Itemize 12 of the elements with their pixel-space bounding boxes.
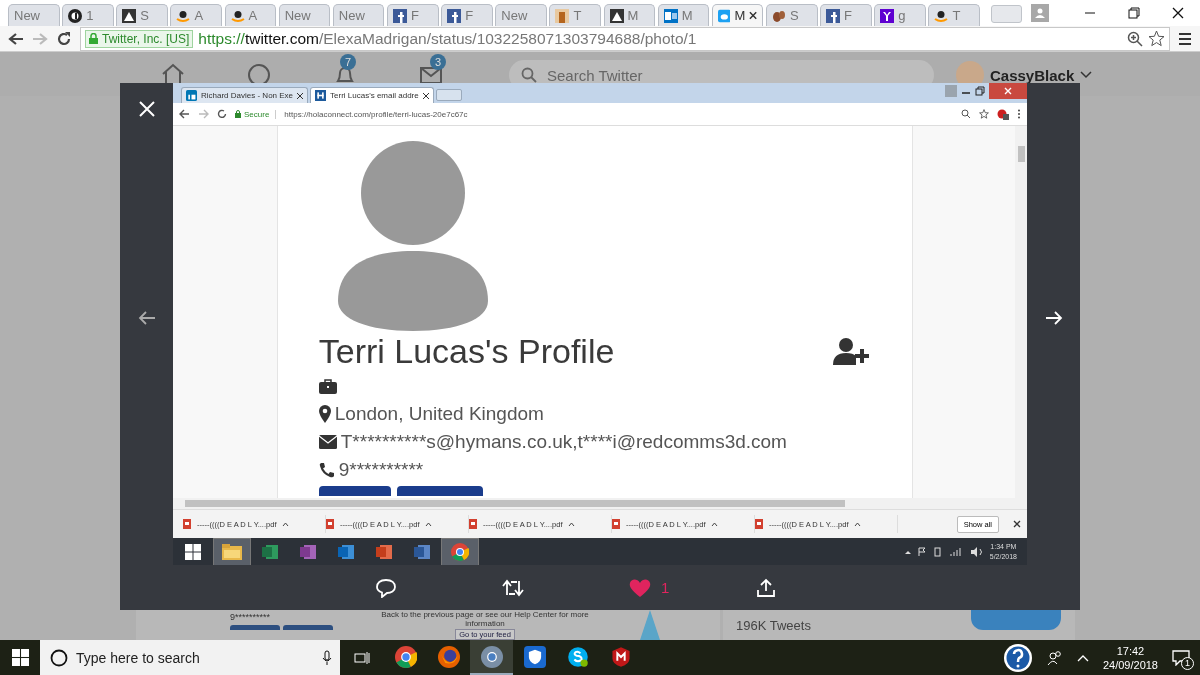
notification-count: 1 (1181, 656, 1194, 670)
location-text: London, United Kingdom (334, 402, 544, 426)
like-count: 1 (661, 579, 670, 596)
help-text: Back to the previous page or see our Help Center for more information (380, 610, 590, 628)
message-badge: 3 (430, 54, 446, 70)
phone-text: 9********** (230, 612, 272, 622)
profile-title: Terri Lucas's Profile (318, 331, 615, 371)
notification-badge: 7 (340, 54, 356, 70)
email-text: T**********s@hymans.co.uk,t****i@redcomms3d.com (340, 430, 787, 454)
url-text: https://twitter.com/ElexaMadrigan/status/1032258071303794688/photo/1 (198, 29, 697, 48)
tweets-count: 196K Tweets (736, 617, 811, 633)
phone-text: 9********** (338, 458, 424, 482)
